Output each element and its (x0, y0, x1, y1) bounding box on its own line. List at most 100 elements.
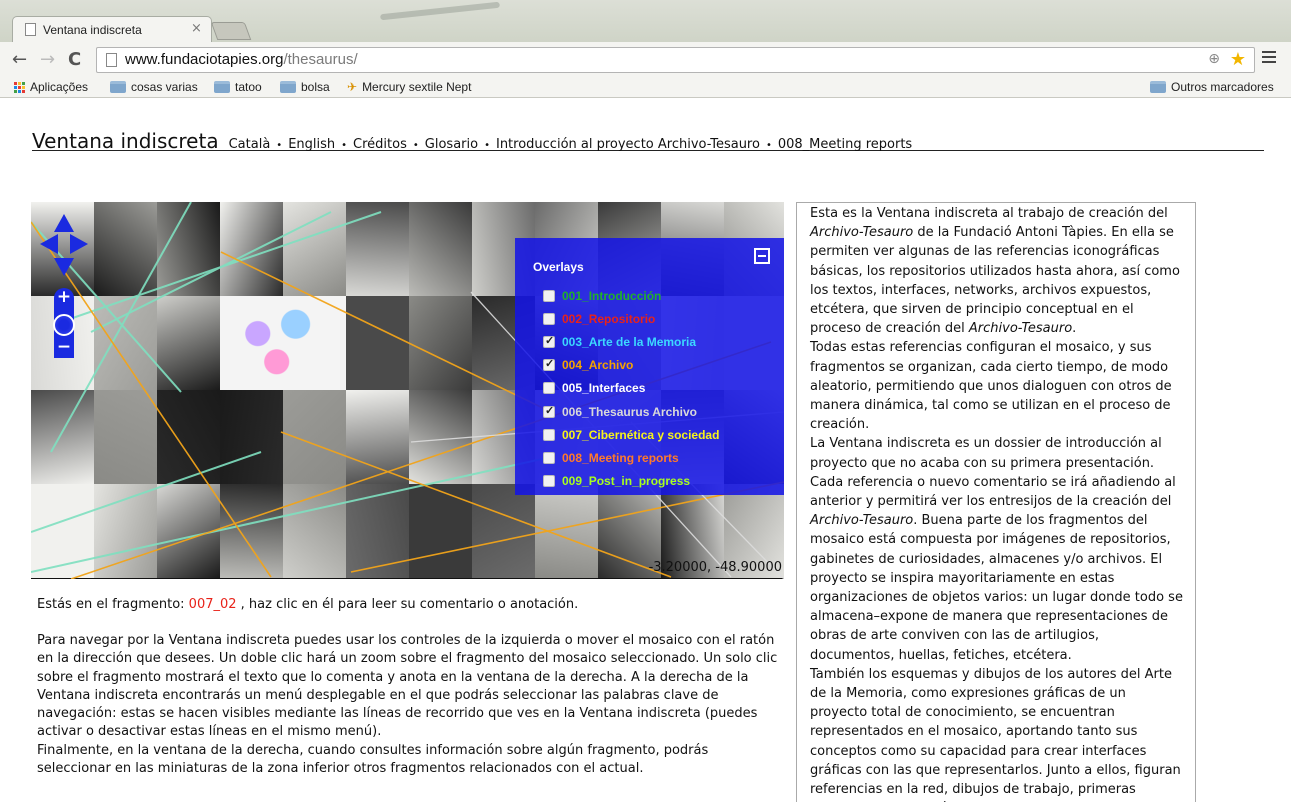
mosaic-tile[interactable] (283, 390, 346, 484)
bookmark-other[interactable]: Outros marcadores (1150, 80, 1274, 94)
mosaic-tile[interactable] (94, 202, 157, 296)
overlay-label[interactable]: 006_Thesaurus Archivo (562, 405, 697, 419)
mosaic-tile[interactable] (346, 484, 409, 578)
bookmark-apps[interactable]: Aplicações (14, 80, 88, 94)
overlay-checkbox[interactable] (543, 428, 555, 441)
mosaic-tile[interactable] (220, 202, 283, 296)
mosaic-tile[interactable] (346, 202, 409, 296)
text-run: . Buena parte de los fragmentos del mosa… (810, 513, 1183, 663)
pan-down-icon[interactable] (54, 258, 74, 276)
zoom-icon[interactable]: ⊕ (1208, 51, 1220, 67)
site-title[interactable]: Ventana indiscreta (32, 129, 219, 153)
instructions-paragraph: Para navegar por la Ventana indiscreta p… (37, 633, 778, 740)
fragment-status: Estás en el fragmento: 007_02 , haz clic… (37, 597, 578, 612)
description-paragraph: También los esquemas y dibujos de los au… (810, 666, 1181, 802)
mosaic-tile[interactable] (409, 390, 472, 484)
mosaic-tile[interactable] (157, 296, 220, 390)
overlay-label[interactable]: 001_Introducción (562, 289, 661, 303)
mosaic-tile[interactable] (157, 202, 220, 296)
mosaic-tile[interactable] (409, 484, 472, 578)
bookmark-bolsa[interactable]: bolsa (280, 80, 330, 94)
overlay-item[interactable]: 004_Archivo (543, 354, 719, 377)
nav-link-catala[interactable]: Català (229, 137, 271, 152)
overlay-item[interactable]: 005_Interfaces (543, 377, 719, 400)
nav-link-english[interactable]: English (288, 137, 335, 152)
reload-icon[interactable]: C (68, 50, 81, 70)
instructions-paragraph: Finalmente, en la ventana de la derecha,… (37, 742, 709, 777)
overlay-item[interactable]: 006_Thesaurus Archivo (543, 400, 719, 423)
globe-icon[interactable] (53, 314, 75, 336)
mosaic-tile[interactable] (31, 484, 94, 578)
description-panel[interactable]: Esta es la Ventana indiscreta al trabajo… (796, 202, 1196, 802)
fragment-prefix: Estás en el fragmento: (37, 597, 189, 612)
overlay-checkbox[interactable] (543, 334, 555, 348)
overlay-item[interactable]: 007_Cibernética y sociedad (543, 423, 719, 446)
mosaic-tile[interactable] (157, 484, 220, 578)
overlay-item[interactable]: 008_Meeting reports (543, 446, 719, 469)
nav-link-glosario[interactable]: Glosario (425, 137, 478, 152)
pan-left-icon[interactable] (40, 234, 58, 254)
mosaic-tile[interactable] (94, 484, 157, 578)
overlay-checkbox[interactable] (543, 404, 555, 418)
nav-link-meeting-reports[interactable]: 008_Meeting reports (778, 137, 912, 152)
pan-up-icon[interactable] (54, 214, 74, 232)
mosaic-tile[interactable] (94, 390, 157, 484)
forward-arrow-icon[interactable]: → (40, 50, 55, 70)
memory-diagram-tile[interactable] (220, 296, 346, 390)
overlay-checkbox[interactable] (543, 382, 555, 395)
zoom-out-icon[interactable]: − (54, 338, 74, 358)
new-tab-button[interactable] (210, 22, 252, 40)
mosaic-tile[interactable] (157, 390, 220, 484)
overlay-item[interactable]: 009_Post_in_progress (543, 470, 719, 493)
overlay-label[interactable]: 005_Interfaces (562, 381, 645, 395)
description-paragraph: Todas estas referencias configuran el mo… (810, 340, 1172, 433)
mosaic-tile[interactable] (94, 296, 157, 390)
overlay-label[interactable]: 003_Arte de la Memoria (562, 335, 696, 349)
mosaic-tile[interactable] (535, 484, 598, 578)
mosaic-viewer[interactable]: + − Overlays 001_Introducción 002_Reposit… (31, 202, 784, 579)
folder-icon (214, 81, 230, 93)
mosaic-tile[interactable] (409, 202, 472, 296)
pan-right-icon[interactable] (70, 234, 88, 254)
mosaic-tile[interactable] (409, 296, 472, 390)
overlay-checkbox[interactable] (543, 475, 555, 488)
fragment-link[interactable]: 007_02 (189, 597, 237, 612)
overlay-label[interactable]: 007_Cibernética y sociedad (562, 428, 719, 442)
bookmark-tatoo[interactable]: tatoo (214, 80, 262, 94)
browser-tab[interactable]: Ventana indiscreta × (12, 16, 212, 43)
tab-close-icon[interactable]: × (191, 21, 202, 36)
mosaic-tile[interactable] (346, 296, 409, 390)
mosaic-tile[interactable] (220, 390, 283, 484)
bookmark-mercury[interactable]: ✈ Mercury sextile Nept (347, 80, 471, 94)
overlay-checkbox[interactable] (543, 357, 555, 372)
chrome-menu-icon[interactable] (1262, 51, 1276, 65)
minimize-icon[interactable] (754, 248, 770, 264)
overlay-checkbox[interactable] (543, 289, 555, 302)
address-bar[interactable]: www.fundaciotapies.org/thesaurus/ ⊕ ★ (96, 47, 1255, 73)
overlay-item[interactable]: 002_Repositorio (543, 307, 719, 330)
url-text[interactable]: www.fundaciotapies.org/thesaurus/ (125, 51, 358, 68)
overlay-checkbox[interactable] (543, 451, 555, 464)
overlay-item[interactable]: 001_Introducción (543, 284, 719, 307)
mosaic-tile[interactable] (283, 202, 346, 296)
bookmark-label: Outros marcadores (1171, 80, 1274, 94)
fragment-suffix: , haz clic en él para leer su comentario… (236, 597, 579, 612)
bookmark-cosas-varias[interactable]: cosas varias (110, 80, 198, 94)
back-arrow-icon[interactable]: ← (12, 50, 27, 70)
zoom-in-icon[interactable]: + (54, 288, 74, 308)
overlay-label[interactable]: 009_Post_in_progress (562, 474, 690, 488)
site-header: Ventana indiscreta Català • English • Cr… (32, 129, 1264, 153)
mosaic-tile[interactable] (472, 484, 535, 578)
nav-link-introduccion[interactable]: Introducción al proyecto Archivo-Tesauro (496, 137, 760, 152)
overlay-label[interactable]: 004_Archivo (562, 358, 633, 372)
bookmark-star-icon[interactable]: ★ (1230, 49, 1246, 70)
overlay-label[interactable]: 002_Repositorio (562, 312, 655, 326)
overlay-label[interactable]: 008_Meeting reports (562, 451, 679, 465)
mosaic-tile[interactable] (31, 390, 94, 484)
mosaic-tile[interactable] (220, 484, 283, 578)
overlay-checkbox[interactable] (543, 312, 555, 325)
nav-link-creditos[interactable]: Créditos (353, 137, 407, 152)
overlay-item[interactable]: 003_Arte de la Memoria (543, 330, 719, 353)
mosaic-tile[interactable] (283, 484, 346, 578)
mosaic-tile[interactable] (346, 390, 409, 484)
